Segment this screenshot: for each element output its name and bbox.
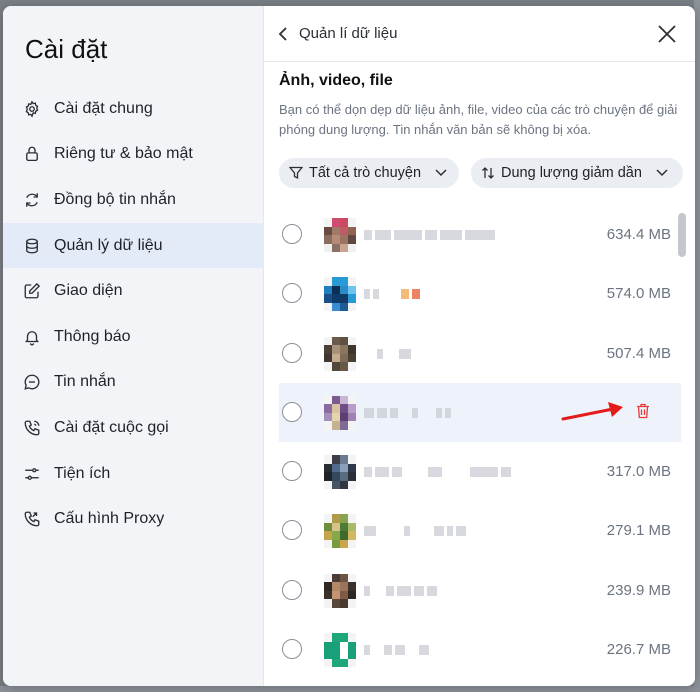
- section-description: Bạn có thể dọn dẹp dữ liệu ảnh, file, vi…: [279, 102, 678, 137]
- sidebar-item-label: Cài đặt chung: [54, 99, 153, 117]
- backdrop: [0, 686, 700, 692]
- sidebar-item-label: Giao diện: [54, 282, 123, 300]
- conversation-name-blurred: [364, 288, 420, 300]
- avatar: [324, 336, 356, 371]
- storage-size: 226.7 MB: [606, 641, 671, 659]
- list-item[interactable]: 507.4 MB: [264, 324, 695, 383]
- select-radio[interactable]: [282, 579, 302, 600]
- sidebar-item-label: Đồng bộ tin nhắn: [54, 190, 176, 208]
- list-item[interactable]: 317.0 MB: [264, 442, 695, 501]
- filter-label: Tất cả trò chuyện: [309, 165, 422, 181]
- sidebar-title: Cài đặt: [25, 34, 108, 64]
- avatar: [324, 455, 356, 490]
- list-item[interactable]: [279, 382, 681, 443]
- settings-dialog: Cài đặt Cài đặt chung Riêng tư & bảo mật…: [3, 6, 695, 686]
- avatar: [324, 218, 356, 252]
- edit-icon: [22, 281, 42, 301]
- sidebar-item-general[interactable]: Cài đặt chung: [3, 86, 264, 132]
- avatar: [324, 277, 356, 312]
- conversation-name-blurred: [364, 407, 451, 419]
- avatar: [324, 395, 356, 430]
- scrollbar[interactable]: [678, 213, 686, 257]
- conversation-name-blurred: [364, 585, 437, 597]
- bell-icon: [22, 327, 42, 347]
- settings-sidebar: Cài đặt Cài đặt chung Riêng tư & bảo mật…: [3, 6, 264, 686]
- conversation-list: 634.4 MB 574.0 MB 507.4 MB 317.0 MB 279.…: [264, 205, 695, 679]
- settings-nav: Cài đặt chung Riêng tư & bảo mật Đồng bộ…: [3, 86, 264, 542]
- list-item[interactable]: 226.7 MB: [264, 620, 695, 679]
- data-management-panel: Quản lí dữ liệu Ảnh, video, file Bạn có …: [264, 6, 695, 686]
- avatar: [324, 573, 356, 608]
- conversation-name-blurred: [364, 348, 411, 360]
- list-item[interactable]: 634.4 MB: [264, 205, 695, 264]
- sidebar-item-label: Tiện ích: [54, 464, 111, 482]
- sidebar-item-label: Quản lý dữ liệu: [54, 236, 163, 254]
- select-radio[interactable]: [282, 401, 302, 422]
- select-radio[interactable]: [282, 224, 302, 244]
- sidebar-item-notifications[interactable]: Thông báo: [3, 314, 264, 360]
- conversation-name-blurred: [364, 466, 511, 478]
- sync-icon: [22, 190, 42, 210]
- select-radio[interactable]: [282, 520, 302, 541]
- chevron-left-icon: [278, 27, 287, 41]
- select-radio[interactable]: [282, 639, 302, 660]
- panel-header: Quản lí dữ liệu: [264, 6, 695, 62]
- select-radio[interactable]: [282, 461, 302, 482]
- sidebar-item-appearance[interactable]: Giao diện: [3, 268, 264, 314]
- sidebar-item-call-settings[interactable]: Cài đặt cuộc gọi: [3, 405, 264, 451]
- chevron-down-icon: [435, 169, 447, 177]
- sort-icon: [481, 166, 495, 180]
- lock-icon: [22, 144, 42, 164]
- select-radio[interactable]: [282, 342, 302, 363]
- filter-icon: [289, 166, 303, 180]
- conversation-name-blurred: [364, 644, 429, 656]
- storage-size: 317.0 MB: [606, 463, 671, 481]
- gear-icon: [22, 99, 42, 119]
- sidebar-item-label: Cấu hình Proxy: [54, 510, 165, 528]
- sidebar-item-label: Thông báo: [54, 327, 131, 345]
- annotation-arrow: [561, 401, 623, 421]
- storage-size: 634.4 MB: [606, 226, 671, 243]
- list-item[interactable]: 279.1 MB: [264, 501, 695, 560]
- phone-icon: [22, 418, 42, 438]
- sidebar-item-label: Riêng tư & bảo mật: [54, 145, 193, 163]
- section-title: Ảnh, video, file: [279, 72, 393, 89]
- sidebar-item-label: Tin nhắn: [54, 373, 116, 391]
- storage-size: 279.1 MB: [606, 522, 671, 540]
- sidebar-item-data-management[interactable]: Quản lý dữ liệu: [3, 222, 264, 269]
- chat-icon: [22, 372, 42, 392]
- sidebar-item-privacy[interactable]: Riêng tư & bảo mật: [3, 132, 264, 178]
- close-icon: [658, 25, 676, 43]
- storage-size: 574.0 MB: [606, 285, 671, 303]
- delete-button[interactable]: [633, 400, 653, 422]
- sidebar-item-label: Cài đặt cuộc gọi: [54, 418, 169, 436]
- conversation-name-blurred: [364, 525, 466, 537]
- sort-label: Dung lượng giảm dần: [501, 165, 642, 181]
- conversation-name-blurred: [364, 229, 495, 241]
- trash-icon: [637, 403, 649, 419]
- storage-size: 239.9 MB: [606, 581, 671, 599]
- proxy-icon: [22, 509, 42, 529]
- list-item[interactable]: 574.0 MB: [264, 264, 695, 323]
- panel-title: Quản lí dữ liệu: [299, 25, 398, 42]
- sidebar-item-proxy[interactable]: Cấu hình Proxy: [3, 496, 264, 542]
- avatar: [324, 514, 356, 549]
- sidebar-item-utilities[interactable]: Tiện ích: [3, 451, 264, 497]
- back-button[interactable]: [278, 24, 294, 44]
- conversation-filter-dropdown[interactable]: Tất cả trò chuyện: [279, 158, 459, 188]
- sliders-icon: [22, 464, 42, 484]
- database-icon: [22, 236, 42, 256]
- close-button[interactable]: [655, 22, 679, 46]
- select-radio[interactable]: [282, 283, 302, 304]
- list-item[interactable]: 239.9 MB: [264, 561, 695, 620]
- sort-dropdown[interactable]: Dung lượng giảm dần: [471, 158, 683, 188]
- chevron-down-icon: [656, 169, 668, 177]
- avatar: [324, 633, 356, 668]
- storage-size: 507.4 MB: [606, 344, 671, 362]
- sidebar-item-sync[interactable]: Đồng bộ tin nhắn: [3, 177, 264, 223]
- sidebar-item-messages[interactable]: Tin nhắn: [3, 360, 264, 406]
